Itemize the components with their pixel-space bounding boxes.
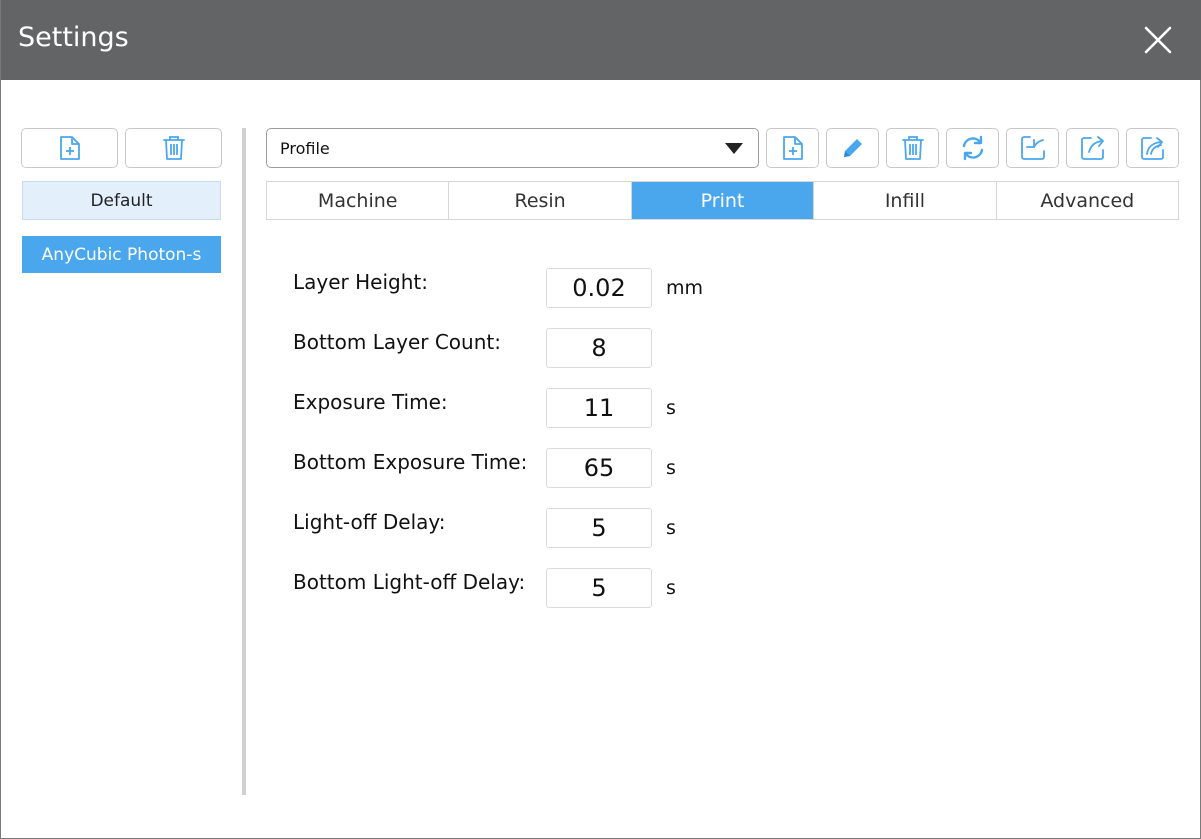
trash-icon (901, 136, 924, 160)
delete-button[interactable] (886, 128, 939, 168)
export-all-icon (1140, 137, 1164, 160)
export-icon (1080, 136, 1104, 160)
caret-down-icon (725, 143, 743, 154)
export-button[interactable] (1066, 128, 1119, 168)
bottom-light-off-delay-input[interactable] (546, 568, 652, 608)
add-profile-button[interactable] (21, 128, 118, 168)
new-profile-button[interactable] (766, 128, 819, 168)
settings-window: Settings Default AnyCubic Photon-s Profi… (0, 0, 1201, 839)
profile-item-label: Default (90, 190, 153, 211)
refresh-button[interactable] (946, 128, 999, 168)
settings-tabs: Machine Resin Print Infill Advanced (266, 181, 1179, 220)
profile-select[interactable]: Profile (266, 128, 759, 168)
exposure-time-input[interactable] (546, 388, 652, 428)
light-off-delay-label: Light-off Delay: (293, 510, 446, 534)
edit-profile-button[interactable] (826, 128, 879, 168)
close-button[interactable] (1139, 21, 1177, 59)
window-title: Settings (18, 22, 129, 53)
layer-height-input[interactable] (546, 268, 652, 308)
bottom-exposure-time-label: Bottom Exposure Time: (293, 450, 528, 474)
title-bar: Settings (1, 0, 1201, 80)
layer-height-label: Layer Height: (293, 270, 428, 294)
delete-profile-button[interactable] (125, 128, 222, 168)
tab-resin[interactable]: Resin (449, 182, 632, 219)
profile-select-value: Profile (280, 138, 330, 158)
light-off-delay-input[interactable] (546, 508, 652, 548)
import-icon (1020, 136, 1045, 160)
profile-item-label: AnyCubic Photon-s (41, 244, 202, 265)
exposure-time-label: Exposure Time: (293, 390, 448, 414)
bottom-layer-count-input[interactable] (546, 328, 652, 368)
tab-advanced[interactable]: Advanced (996, 182, 1179, 219)
layer-height-unit: mm (666, 277, 704, 299)
bottom-exposure-time-unit: s (666, 457, 676, 479)
bottom-light-off-delay-unit: s (666, 577, 676, 599)
light-off-delay-unit: s (666, 517, 676, 539)
file-add-icon (782, 136, 803, 160)
tab-machine[interactable]: Machine (267, 182, 450, 219)
bottom-exposure-time-input[interactable] (546, 448, 652, 488)
bottom-light-off-delay-label: Bottom Light-off Delay: (293, 570, 526, 594)
exposure-time-unit: s (666, 397, 676, 419)
pencil-icon (843, 139, 862, 157)
tab-infill[interactable]: Infill (814, 182, 997, 219)
close-icon (1144, 26, 1172, 54)
tab-print[interactable]: Print (631, 182, 815, 219)
export-all-button[interactable] (1126, 128, 1179, 168)
bottom-layer-count-label: Bottom Layer Count: (293, 330, 501, 354)
import-button[interactable] (1006, 128, 1059, 168)
refresh-icon (962, 135, 983, 161)
profile-item-anycubic-photon-s[interactable]: AnyCubic Photon-s (22, 236, 221, 273)
file-add-icon (59, 136, 80, 160)
trash-icon (162, 136, 185, 160)
sidebar-divider[interactable] (242, 128, 246, 795)
profile-item-default[interactable]: Default (22, 181, 221, 220)
